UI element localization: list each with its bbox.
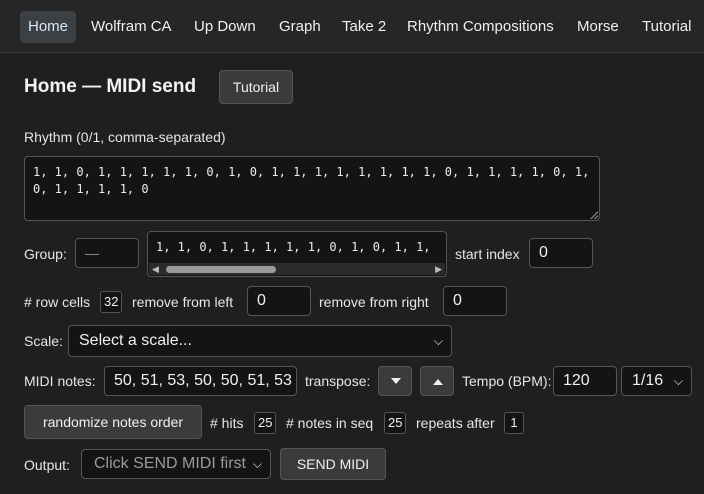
group-preview-box[interactable]: 1, 1, 0, 1, 1, 1, 1, 1, 0, 1, 0, 1, 1, ◀… [147, 231, 447, 277]
transpose-label: transpose: [305, 373, 371, 389]
tutorial-button[interactable]: Tutorial [219, 70, 293, 104]
rhythm-value: 1, 1, 0, 1, 1, 1, 1, 1, 0, 1, 0, 1, 1, 1… [33, 165, 590, 196]
chevron-down-icon: ⌵ [433, 334, 443, 348]
nav-item-tutorial[interactable]: Tutorial [634, 11, 699, 43]
hits-label: # hits [210, 415, 244, 431]
scale-select[interactable]: Select a scale... ⌵ [68, 325, 452, 357]
nav-item-home[interactable]: Home [20, 11, 77, 43]
start-index-input[interactable]: 0 [529, 238, 593, 268]
output-selected: Click SEND MIDI first [94, 455, 246, 472]
chevron-down-icon: ⌵ [673, 374, 683, 388]
remove-right-label: remove from right [319, 294, 429, 310]
nav-item-take-2[interactable]: Take 2 [334, 11, 394, 43]
nav-item-wolfram-ca[interactable]: Wolfram CA [83, 11, 180, 43]
scroll-left-icon[interactable]: ◀ [152, 263, 159, 275]
rhythm-label: Rhythm (0/1, comma-separated) [24, 129, 226, 145]
start-index-label: start index [455, 246, 520, 262]
horizontal-scrollbar[interactable]: ◀ ▶ [149, 263, 445, 275]
row-cells-badge: 32 [100, 291, 123, 313]
subdivision-select[interactable]: 1/16 ⌵ [621, 366, 692, 396]
resize-grip-icon[interactable] [590, 211, 598, 219]
group-preview-text: 1, 1, 0, 1, 1, 1, 1, 1, 0, 1, 0, 1, 1, [156, 240, 431, 254]
transpose-down-button[interactable] [378, 366, 412, 396]
nav-item-rhythm-compositions[interactable]: Rhythm Compositions [399, 11, 562, 43]
scale-label: Scale: [24, 333, 63, 349]
scrollbar-thumb[interactable] [166, 266, 276, 273]
group-label: Group: [24, 246, 67, 262]
hits-badge: 25 [254, 412, 277, 434]
tempo-label: Tempo (BPM): [462, 373, 552, 389]
nav-item-up-down[interactable]: Up Down [186, 11, 264, 43]
randomize-notes-button[interactable]: randomize notes order [24, 405, 202, 439]
nav-item-morse[interactable]: Morse [569, 11, 627, 43]
midi-notes-input[interactable]: 50, 51, 53, 50, 50, 51, 53 [104, 366, 297, 396]
transpose-up-button[interactable] [420, 366, 454, 396]
chevron-down-icon: ⌵ [252, 457, 262, 471]
scale-selected: Select a scale... [79, 332, 192, 349]
top-nav: Home Wolfram CA Up Down Graph Take 2 Rhy… [0, 0, 704, 53]
output-label: Output: [24, 457, 70, 473]
tempo-input[interactable]: 120 [553, 366, 617, 396]
row-cells-label: # row cells [24, 294, 91, 310]
nav-item-graph[interactable]: Graph [271, 11, 329, 43]
subdivision-selected: 1/16 [632, 372, 664, 389]
output-select[interactable]: Click SEND MIDI first ⌵ [81, 449, 271, 479]
page-title: Home — MIDI send [24, 76, 197, 97]
notes-in-seq-label: # notes in seq [286, 415, 374, 431]
midi-notes-label: MIDI notes: [24, 373, 96, 389]
rhythm-textarea[interactable]: 1, 1, 0, 1, 1, 1, 1, 1, 0, 1, 0, 1, 1, 1… [24, 156, 600, 221]
remove-right-input[interactable]: 0 [443, 286, 507, 316]
notes-in-seq-badge: 25 [384, 412, 407, 434]
chevron-up-icon [433, 379, 443, 385]
send-midi-button[interactable]: SEND MIDI [280, 448, 386, 480]
remove-left-label: remove from left [132, 294, 234, 310]
scroll-right-icon[interactable]: ▶ [435, 263, 442, 275]
remove-left-input[interactable]: 0 [247, 286, 311, 316]
chevron-down-icon [391, 378, 401, 384]
repeats-after-label: repeats after [416, 415, 495, 431]
repeats-after-badge: 1 [504, 412, 524, 434]
group-input[interactable]: — [75, 238, 139, 268]
